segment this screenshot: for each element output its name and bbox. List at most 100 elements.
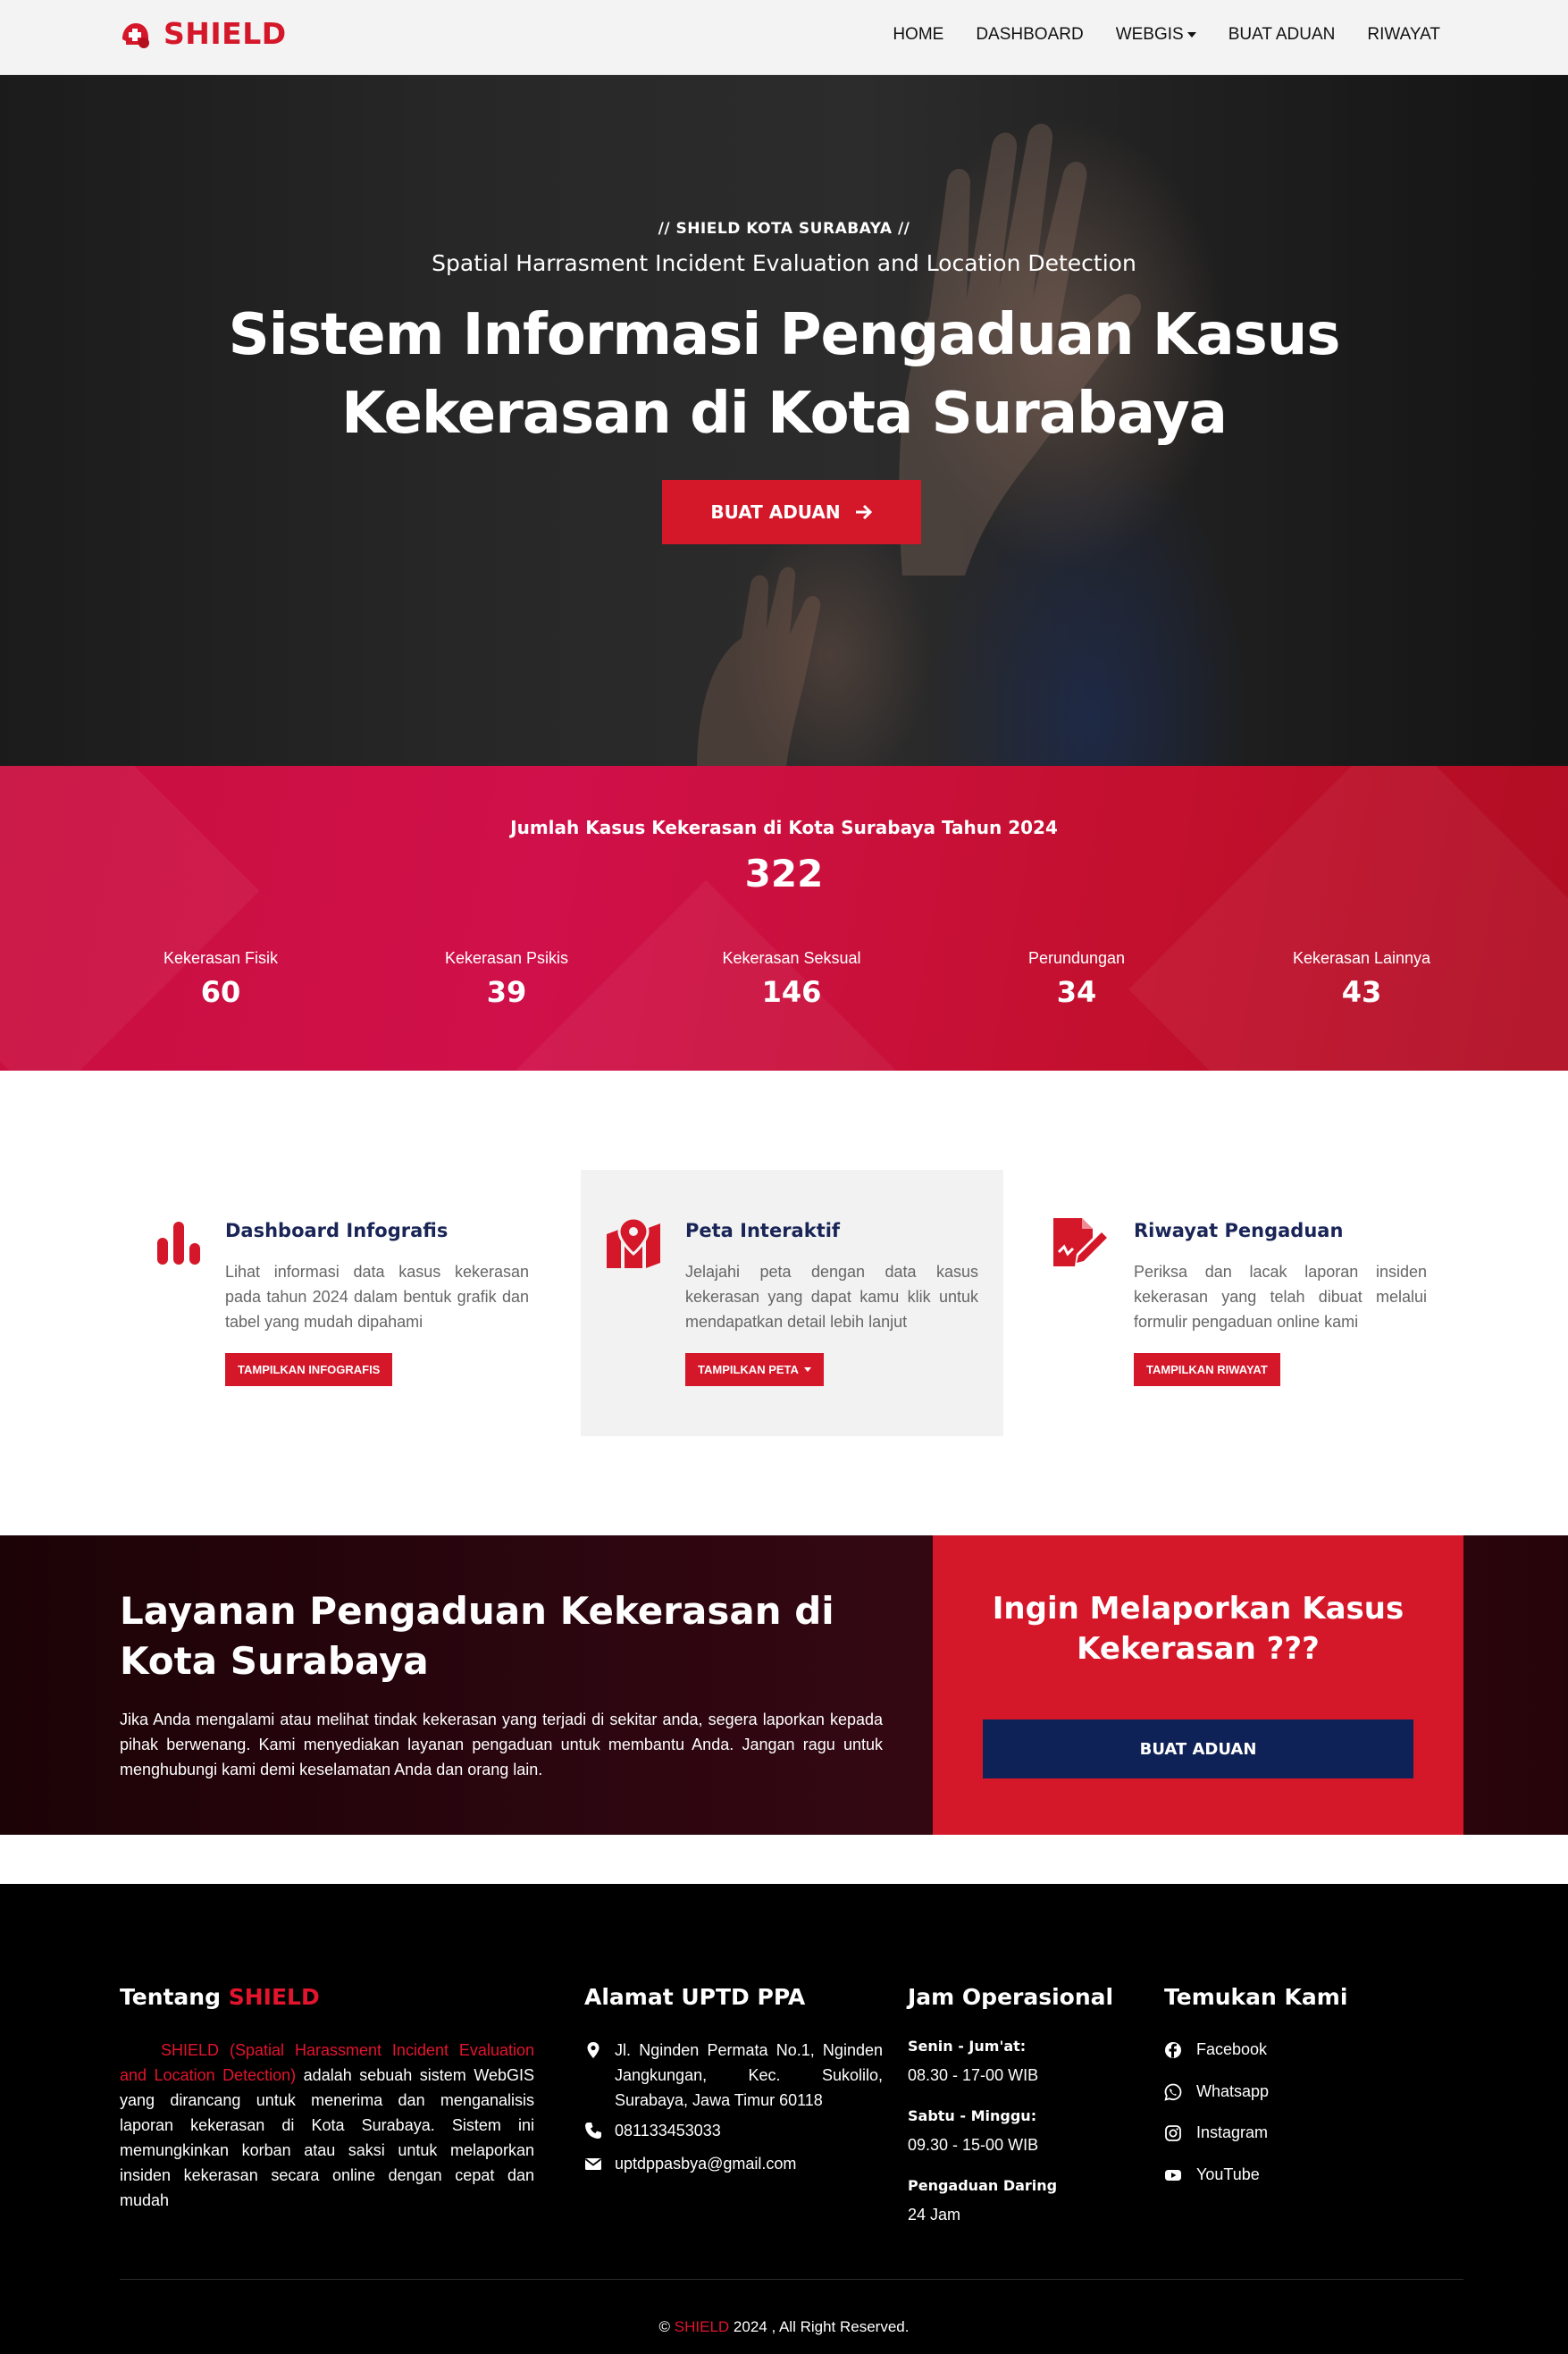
copyright-text: 2024 , All Right Reserved. — [733, 2318, 910, 2335]
feature-description: Jelajahi peta dengan data kasus kekerasa… — [685, 1263, 978, 1331]
stat-value: 146 — [761, 975, 822, 1009]
hero-subtitle: Spatial Harrasment Incident Evaluation a… — [432, 250, 1136, 276]
tampilkan-riwayat-button[interactable]: TAMPILKAN RIWAYAT — [1134, 1353, 1280, 1386]
hero-content: // SHIELD KOTA SURABAYA // Spatial Harra… — [0, 220, 1568, 453]
social-facebook-link[interactable]: Facebook — [1164, 2040, 1267, 2059]
nav-dashboard[interactable]: DASHBOARD — [976, 25, 1083, 45]
stat-kekerasan-lainnya: Kekerasan Lainnya 43 — [1245, 949, 1478, 1009]
button-label: BUAT ADUAN — [1139, 1739, 1257, 1759]
stat-kekerasan-fisik: Kekerasan Fisik 60 — [105, 949, 337, 1009]
social-label: Instagram — [1196, 2123, 1269, 2141]
footer-phone-row[interactable]: 081133453033 — [584, 2118, 721, 2143]
main-nav: HOME DASHBOARD WEBGIS BUAT ADUAN RIWAYAT — [893, 25, 1440, 45]
nav-riwayat[interactable]: RIWAYAT — [1367, 25, 1440, 45]
map-pin-icon — [587, 2042, 600, 2058]
hours-label: Senin - Jum'at: — [908, 2038, 1027, 2055]
decorative-diamond — [0, 766, 260, 1071]
hours-label: Pengaduan Daring — [908, 2177, 1058, 2194]
shield-helmet-icon — [122, 22, 149, 48]
feature-description: Periksa dan lacak laporan insiden kekera… — [1134, 1263, 1427, 1331]
nav-home-label: HOME — [893, 25, 944, 44]
hero-title-line2: Kekerasan di Kota Surabaya — [341, 381, 1228, 447]
cta-title: Layanan Pengaduan Kekerasan di Kota Sura… — [120, 1589, 834, 1683]
nav-webgis-label: WEBGIS — [1115, 25, 1184, 44]
email-text: uptdppasbya@gmail.com — [615, 2155, 797, 2173]
footer-about-text: SHIELD (Spatial Harassment Incident Eval… — [120, 2038, 534, 2213]
navbar: SHIELD HOME DASHBOARD WEBGIS BUAT ADUAN … — [0, 0, 1568, 75]
stats-total: 322 — [744, 852, 824, 895]
social-whatsapp-link[interactable]: Whatsapp — [1164, 2082, 1269, 2101]
cta-box-title-line1: Ingin Melaporkan Kasus — [992, 1591, 1404, 1627]
footer-address: Jl. Nginden Permata No.1, Nginden Jangku… — [584, 2038, 883, 2113]
nav-riwayat-label: RIWAYAT — [1367, 25, 1440, 44]
copyright-brand: SHIELD — [674, 2318, 730, 2335]
stat-label: Perundungan — [1027, 949, 1126, 967]
stat-label: Kekerasan Seksual — [722, 949, 861, 967]
footer-social-heading: Temukan Kami — [1164, 1984, 1348, 2010]
cta-report-box: Ingin Melaporkan Kasus Kekerasan ??? BUA… — [933, 1535, 1463, 1835]
social-instagram-link[interactable]: Instagram — [1164, 2123, 1268, 2142]
stat-label: Kekerasan Lainnya — [1292, 949, 1431, 967]
tampilkan-peta-dropdown-button[interactable]: TAMPILKAN PETA — [685, 1353, 824, 1386]
bar-chart-icon — [157, 1222, 200, 1265]
feature-title: Peta Interaktif — [685, 1220, 841, 1241]
caret-down-icon — [803, 1367, 811, 1372]
hero-buat-aduan-button[interactable]: BUAT ADUAN — [662, 480, 921, 544]
stats-heading: Jumlah Kasus Kekerasan di Kota Surabaya … — [510, 817, 1058, 838]
cta-buat-aduan-button[interactable]: BUAT ADUAN — [983, 1719, 1413, 1778]
hero-button-label: BUAT ADUAN — [710, 501, 841, 523]
button-label: TAMPILKAN PETA — [698, 1363, 799, 1376]
hours-value: 08.30 - 17-00 WIB — [908, 2066, 1039, 2084]
nav-home[interactable]: HOME — [893, 25, 943, 45]
social-label: Facebook — [1196, 2040, 1268, 2058]
social-label: Whatsapp — [1196, 2082, 1270, 2100]
feature-title: Dashboard Infografis — [225, 1220, 449, 1241]
stat-kekerasan-psikis: Kekerasan Psikis 39 — [390, 949, 623, 1009]
button-label: TAMPILKAN INFOGRAFIS — [238, 1363, 381, 1376]
button-label: TAMPILKAN RIWAYAT — [1146, 1363, 1268, 1376]
caret-down-icon — [1186, 31, 1196, 38]
social-label: YouTube — [1196, 2165, 1260, 2183]
phone-icon — [585, 2123, 601, 2139]
stat-value: 34 — [1056, 975, 1097, 1009]
feature-peta-interaktif: Peta Interaktif Jelajahi peta dengan dat… — [581, 1170, 1003, 1436]
stat-value: 39 — [486, 975, 527, 1009]
hours-label: Sabtu - Minggu: — [908, 2107, 1037, 2124]
stat-value: 43 — [1341, 975, 1382, 1009]
feature-description: Lihat informasi data kasus kekerasan pad… — [225, 1263, 529, 1331]
nav-webgis-dropdown[interactable]: WEBGIS — [1116, 25, 1196, 45]
instagram-icon — [1165, 2124, 1181, 2141]
footer: Tentang SHIELD SHIELD (Spatial Harassmen… — [0, 1884, 1568, 2354]
envelope-icon — [584, 2158, 602, 2170]
whatsapp-icon — [1164, 2083, 1182, 2101]
youtube-icon — [1165, 2169, 1181, 2181]
stat-label: Kekerasan Fisik — [163, 949, 279, 967]
hero-title-line1: Sistem Informasi Pengaduan Kasus — [228, 302, 1341, 368]
footer-email-row[interactable]: uptdppasbya@gmail.com — [584, 2151, 796, 2176]
footer-hours-heading: Jam Operasional — [908, 1984, 1114, 2010]
feature-title: Riwayat Pengaduan — [1134, 1220, 1344, 1241]
address-text: Jl. Nginden Permata No.1, Nginden Jangku… — [615, 2041, 883, 2109]
feature-dashboard-infografis: Dashboard Infografis Lihat informasi dat… — [155, 1170, 540, 1436]
footer-copyright: © SHIELD 2024 , All Right Reserved. — [0, 2318, 1568, 2336]
cta-box-title-line2: Kekerasan ??? — [1077, 1631, 1320, 1667]
arrow-right-icon — [855, 504, 872, 520]
about-body: adalah sebuah sistem WebGIS yang diranca… — [120, 2066, 535, 2209]
brand-logo[interactable]: SHIELD — [119, 16, 287, 51]
nav-dashboard-label: DASHBOARD — [976, 25, 1084, 44]
stat-value: 60 — [200, 975, 241, 1009]
footer-about-heading: Tentang SHIELD — [120, 1984, 320, 2010]
feature-riwayat-pengaduan: Riwayat Pengaduan Periksa dan lacak lapo… — [1051, 1170, 1435, 1436]
nav-buat-aduan[interactable]: BUAT ADUAN — [1228, 25, 1336, 45]
about-heading-brand: SHIELD — [228, 1984, 320, 2010]
stat-perundungan: Perundungan 34 — [960, 949, 1193, 1009]
hero-section: // SHIELD KOTA SURABAYA // Spatial Harra… — [0, 75, 1568, 766]
hero-title: Sistem Informasi Pengaduan Kasus Kekeras… — [0, 296, 1568, 453]
file-signature-icon — [1053, 1218, 1107, 1266]
hours-value: 24 Jam — [908, 2206, 961, 2224]
footer-divider — [120, 2279, 1463, 2280]
tampilkan-infografis-button[interactable]: TAMPILKAN INFOGRAFIS — [225, 1353, 393, 1386]
brand-name: SHIELD — [164, 16, 287, 51]
phone-text: 081133453033 — [615, 2122, 721, 2140]
social-youtube-link[interactable]: YouTube — [1164, 2165, 1260, 2184]
